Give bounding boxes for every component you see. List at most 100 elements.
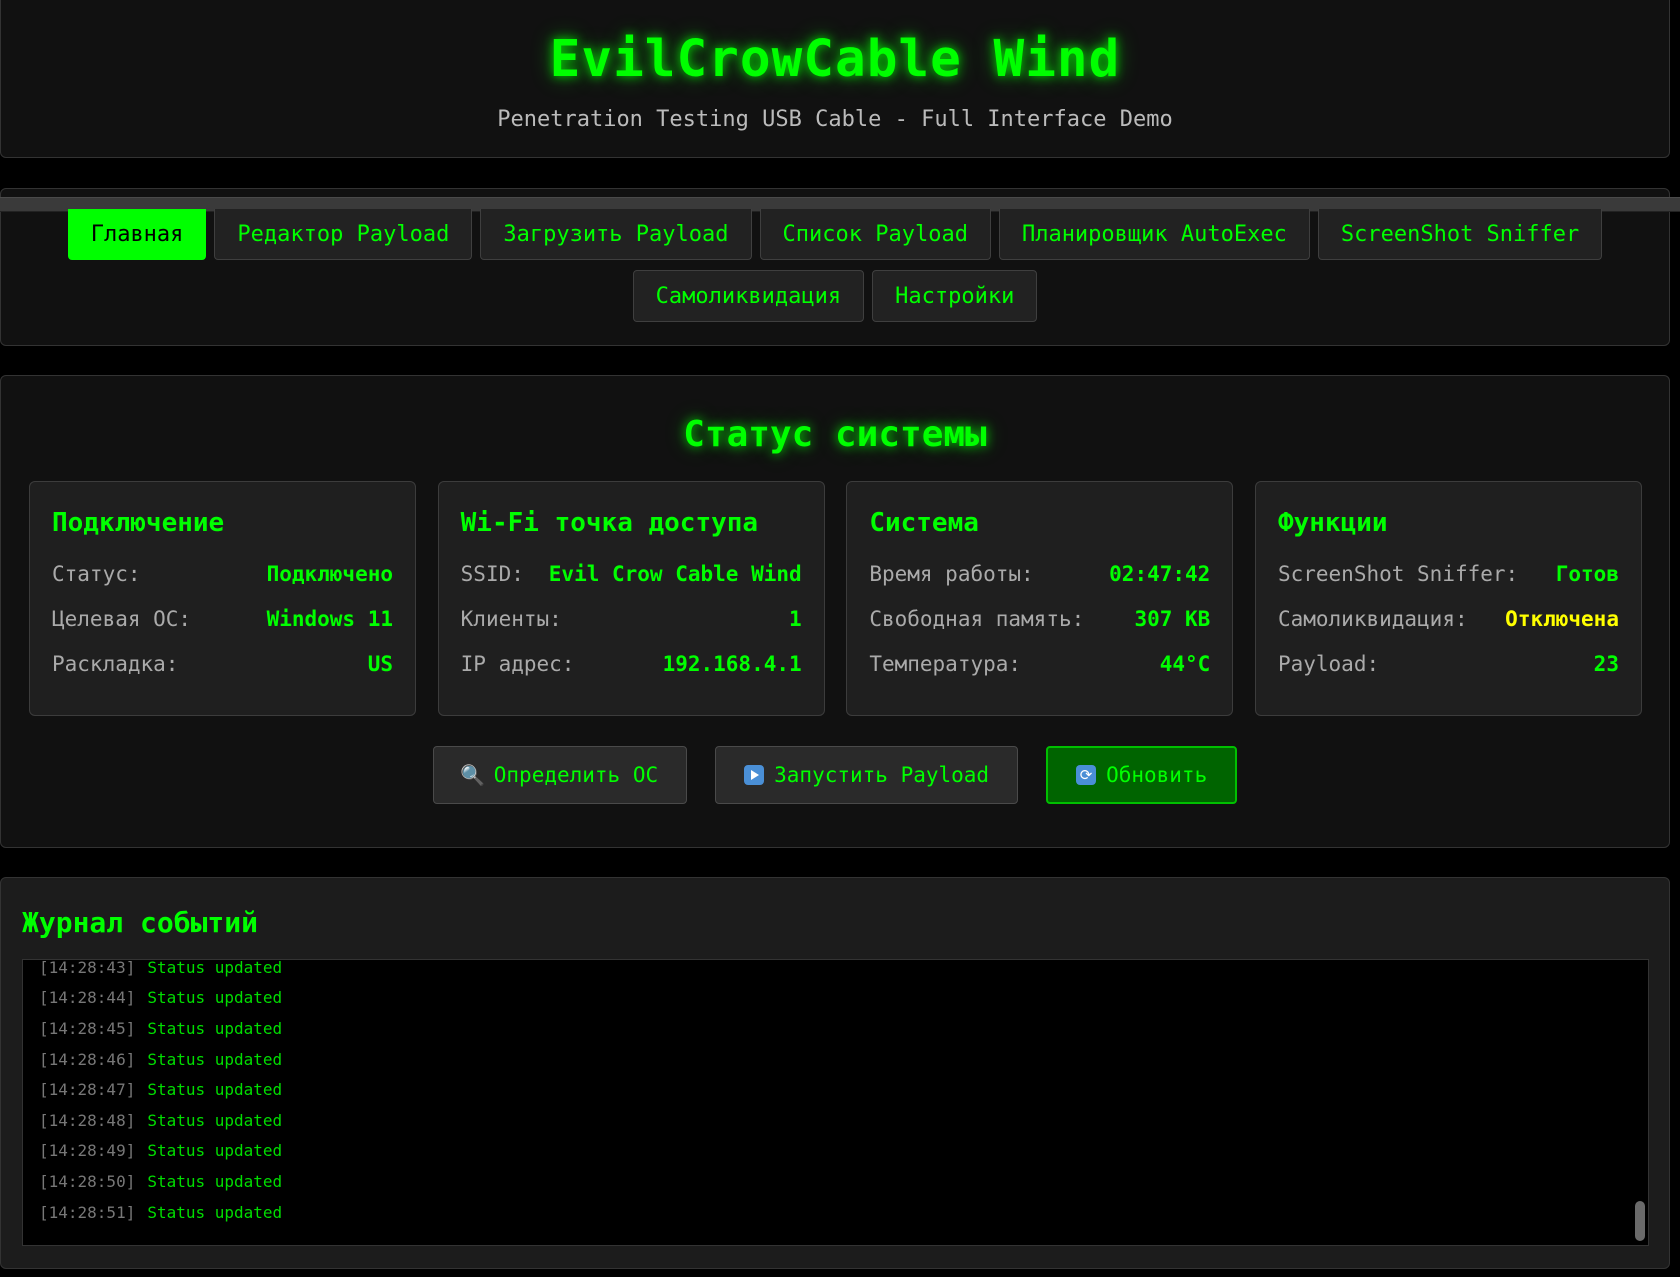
nav-panel: Главная Редактор Payload Загрузить Paylo… — [0, 188, 1680, 346]
refresh-icon: ⟳ — [1076, 765, 1097, 785]
card-title: Подключение — [52, 508, 225, 538]
status-title: Статус системы — [683, 414, 987, 455]
log-timestamp: [14:28:51] — [39, 1202, 136, 1222]
row-label: Время работы: — [869, 561, 1034, 586]
free-memory-row: Свободная память: 307 KB — [869, 596, 1210, 641]
event-log-box[interactable]: [14:28:43] Status updated [14:28:44] Statu… — [22, 959, 1649, 1246]
row-label: Температура: — [869, 651, 1022, 676]
payload-count-value: 23 — [1593, 651, 1619, 676]
ip-value: 192.168.4.1 — [662, 651, 802, 676]
log-message: Status updated — [147, 988, 283, 1008]
log-timestamp: [14:28:46] — [39, 1049, 136, 1069]
sniffer-status-value: Готов — [1555, 561, 1619, 586]
payload-count-row: Payload: 23 — [1278, 641, 1619, 686]
magnifier-icon: 🔍 — [460, 763, 486, 787]
event-log-panel: Журнал событий [14:28:43] Status updated … — [0, 877, 1670, 1269]
ssid-row: SSID: Evil Crow Cable Wind — [461, 551, 802, 596]
temperature-row: Температура: 44°C — [869, 641, 1210, 686]
run-payload-button[interactable]: Запустить Payload — [715, 746, 1019, 804]
nav-row-1: Главная Редактор Payload Загрузить Paylo… — [1, 209, 1669, 260]
row-label: ScreenShot Sniffer: — [1277, 561, 1519, 586]
log-message: Status updated — [147, 1202, 283, 1222]
row-label: Раскладка: — [52, 651, 179, 676]
log-entry: [14:28:49] Status updated — [39, 1136, 282, 1167]
play-icon — [744, 765, 765, 785]
log-scrollbar[interactable] — [1635, 960, 1645, 1245]
status-cards: Подключение Статус: Подключено Целевая О… — [29, 481, 1642, 716]
status-panel: Статус системы Подключение Статус: Подкл… — [0, 375, 1670, 848]
detect-os-button[interactable]: 🔍 Определить ОС — [432, 746, 688, 804]
uptime-row: Время работы: 02:47:42 — [869, 551, 1210, 596]
log-message: Status updated — [147, 1049, 283, 1069]
uptime-value: 02:47:42 — [1109, 561, 1211, 586]
log-entry: [14:28:47] Status updated — [39, 1074, 282, 1105]
nav-row-2: Самоликвидация Настройки — [1, 270, 1669, 322]
log-lines: [14:28:43] Status updated [14:28:44] Statu… — [39, 960, 282, 1235]
connection-status-value: Подключено — [266, 561, 393, 586]
row-label: Целевая ОС: — [52, 606, 192, 631]
tab-home[interactable]: Главная — [67, 209, 207, 260]
card-connection: Подключение Статус: Подключено Целевая О… — [29, 481, 416, 716]
button-label: Запустить Payload — [774, 763, 990, 787]
log-entry: [14:28:50] Status updated — [39, 1166, 282, 1197]
log-message: Status updated — [147, 1110, 283, 1130]
layout-value: US — [367, 651, 393, 676]
log-entry: [14:28:44] Status updated — [39, 983, 282, 1014]
card-system: Система Время работы: 02:47:42 Свободная… — [846, 481, 1234, 716]
card-title: Функции — [1277, 508, 1388, 538]
clients-value: 1 — [789, 606, 802, 631]
refresh-button[interactable]: ⟳ Обновить — [1046, 746, 1238, 804]
tab-upload-payload[interactable]: Загрузить Payload — [480, 209, 752, 260]
log-timestamp: [14:28:45] — [39, 1018, 136, 1038]
row-label: Статус: — [52, 561, 141, 586]
card-title: Система — [869, 508, 979, 538]
clients-row: Клиенты: 1 — [461, 596, 802, 641]
tab-self-destruct[interactable]: Самоликвидация — [632, 270, 865, 322]
card-wifi-ap: Wi-Fi точка доступа SSID: Evil Crow Cabl… — [437, 481, 825, 716]
row-label: Клиенты: — [460, 606, 562, 631]
event-log-title: Журнал событий — [22, 906, 259, 939]
target-os-value: Windows 11 — [266, 606, 393, 631]
card-features: Функции ScreenShot Sniffer: Готов Самоли… — [1254, 481, 1642, 716]
button-label: Определить ОС — [493, 763, 659, 787]
tab-autoexec-scheduler[interactable]: Планировщик AutoExec — [998, 209, 1310, 260]
log-timestamp: [14:28:47] — [39, 1080, 136, 1100]
log-entry: [14:28:51] Status updated — [39, 1197, 282, 1228]
row-label: Payload: — [1277, 651, 1380, 676]
page-title: EvilCrowCable Wind — [549, 30, 1121, 89]
tab-payload-editor[interactable]: Редактор Payload — [214, 209, 473, 260]
button-label: Обновить — [1106, 763, 1208, 787]
log-timestamp: [14:28:50] — [39, 1171, 136, 1191]
ssid-value: Evil Crow Cable Wind — [548, 561, 802, 586]
log-timestamp: [14:28:49] — [39, 1141, 136, 1161]
log-entry: [14:28:43] Status updated — [39, 959, 283, 983]
free-memory-value: 307 KB — [1134, 606, 1211, 631]
tab-settings[interactable]: Настройки — [872, 270, 1038, 322]
ip-row: IP адрес: 192.168.4.1 — [461, 641, 802, 686]
status-actions: 🔍 Определить ОС Запустить Payload ⟳ Обно… — [1, 746, 1669, 804]
header: EvilCrowCable Wind Penetration Testing U… — [0, 0, 1670, 158]
log-timestamp: [14:28:48] — [39, 1110, 136, 1130]
log-message: Status updated — [147, 1018, 283, 1038]
status-row: Статус: Подключено — [52, 551, 393, 596]
row-label: IP адрес: — [460, 651, 575, 676]
log-entry: [14:28:46] Status updated — [39, 1044, 282, 1075]
log-message: Status updated — [147, 1171, 283, 1191]
self-destruct-status-value: Отключена — [1505, 606, 1619, 631]
temperature-value: 44°C — [1159, 651, 1211, 676]
page-subtitle: Penetration Testing USB Cable - Full Int… — [497, 107, 1173, 132]
target-os-row: Целевая ОС: Windows 11 — [52, 596, 393, 641]
log-entry: [14:28:45] Status updated — [39, 1013, 282, 1044]
tab-payload-list[interactable]: Список Payload — [759, 209, 991, 260]
log-entry: [14:28:48] Status updated — [39, 1105, 282, 1136]
tab-screenshot-sniffer[interactable]: ScreenShot Sniffer — [1317, 209, 1603, 260]
sniffer-row: ScreenShot Sniffer: Готов — [1278, 551, 1619, 596]
log-scrollbar-thumb[interactable] — [1635, 1201, 1645, 1241]
row-label: Самоликвидация: — [1277, 606, 1468, 631]
layout-row: Раскладка: US — [52, 641, 393, 686]
log-message: Status updated — [147, 959, 283, 977]
row-label: SSID: — [460, 561, 524, 586]
log-timestamp: [14:28:43] — [39, 959, 136, 977]
log-message: Status updated — [147, 1080, 283, 1100]
self-destruct-row: Самоликвидация: Отключена — [1278, 596, 1619, 641]
